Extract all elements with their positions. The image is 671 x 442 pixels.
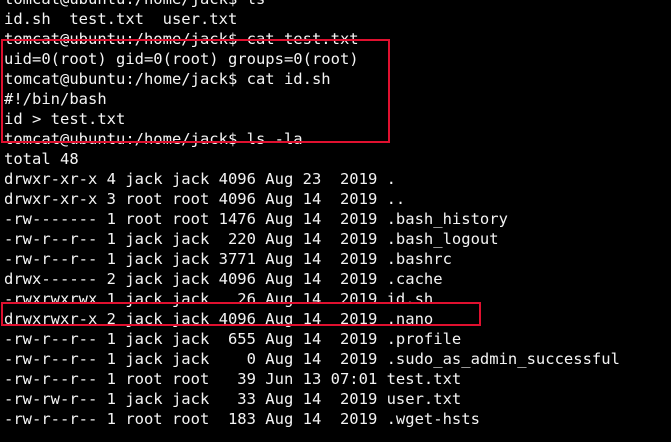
terminal-line: drwxr-xr-x 4 jack jack 4096 Aug 23 2019 … <box>4 170 396 188</box>
terminal-line: -rw-r--r-- 1 jack jack 220 Aug 14 2019 .… <box>4 230 499 248</box>
terminal-line: total 48 <box>4 150 79 168</box>
terminal-line: -rw-r--r-- 1 root root 183 Aug 14 2019 .… <box>4 410 480 428</box>
terminal-line: -rw-r--r-- 1 jack jack 3771 Aug 14 2019 … <box>4 250 452 268</box>
terminal-line: tomcat@ubuntu:/home/jack$ cat test.txt <box>4 30 359 48</box>
terminal-line: uid=0(root) gid=0(root) groups=0(root) <box>4 50 359 68</box>
terminal-line: -rw-r--r-- 1 jack jack 0 Aug 14 2019 .su… <box>4 350 620 368</box>
terminal-output: tomcat@ubuntu:/home/jack$ ls id.sh test.… <box>4 0 620 429</box>
terminal-line: -rw-r--r-- 1 jack jack 655 Aug 14 2019 .… <box>4 330 462 348</box>
terminal-line: id > test.txt <box>4 110 126 128</box>
terminal-line: drwxrwxr-x 2 jack jack 4096 Aug 14 2019 … <box>4 310 434 328</box>
terminal-line: -rw------- 1 root root 1476 Aug 14 2019 … <box>4 210 508 228</box>
terminal-line: #!/bin/bash <box>4 90 107 108</box>
terminal-line: tomcat@ubuntu:/home/jack$ cat id.sh <box>4 70 331 88</box>
terminal-line: tomcat@ubuntu:/home/jack$ ls -la <box>4 130 303 148</box>
terminal-line: -rw-r--r-- 1 root root 39 Jun 13 07:01 t… <box>4 370 462 388</box>
terminal-line: id.sh test.txt user.txt <box>4 10 238 28</box>
terminal-line: drwxr-xr-x 3 root root 4096 Aug 14 2019 … <box>4 190 406 208</box>
terminal-line: -rw-rw-r-- 1 jack jack 33 Aug 14 2019 us… <box>4 390 462 408</box>
terminal-line: -rwxrwxrwx 1 jack jack 26 Aug 14 2019 id… <box>4 290 434 308</box>
terminal-window[interactable]: tomcat@ubuntu:/home/jack$ ls id.sh test.… <box>0 0 671 442</box>
terminal-line: drwx------ 2 jack jack 4096 Aug 14 2019 … <box>4 270 443 288</box>
terminal-line: tomcat@ubuntu:/home/jack$ ls <box>4 0 620 9</box>
